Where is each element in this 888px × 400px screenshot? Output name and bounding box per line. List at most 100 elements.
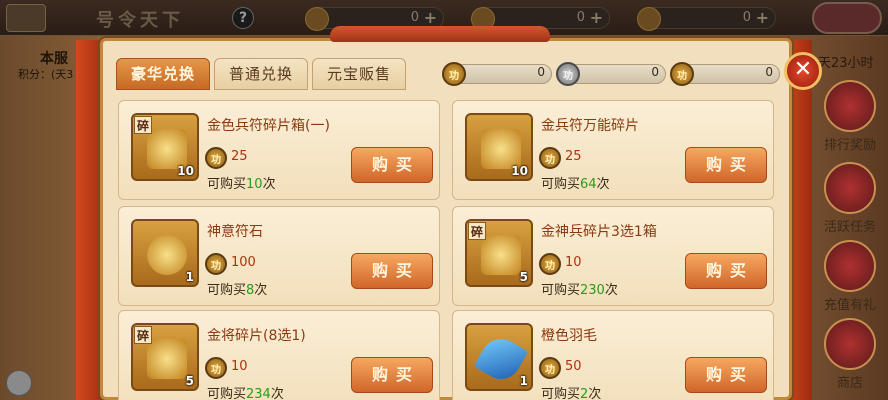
item-card: 碎 5 金将碎片(8选1) 功 10 可购买234次 购买 <box>118 310 440 400</box>
ranking-reward-label: 排行奖励 <box>823 138 876 153</box>
server-label: 本服 <box>40 51 68 67</box>
currency-value: 0 <box>651 65 659 79</box>
buy-button[interactable]: 购买 <box>351 253 433 289</box>
item-icon[interactable]: 碎 5 <box>131 323 199 391</box>
back-button[interactable] <box>812 2 882 34</box>
item-name: 橙色羽毛 <box>541 328 597 344</box>
recharge-gift-button[interactable]: 充值有礼 <box>818 240 882 313</box>
tab-ingot-sale[interactable]: 元宝贩售 <box>312 58 406 90</box>
tab-luxury-exchange[interactable]: 豪华兑换 <box>116 58 210 90</box>
item-name: 金神兵碎片3选1箱 <box>541 224 657 240</box>
currency-bar-3: 0 <box>680 64 780 84</box>
active-task-icon <box>824 162 876 214</box>
purchase-limit: 可购买10次 <box>207 173 276 192</box>
chat-icon[interactable] <box>6 370 32 396</box>
ranking-reward-icon <box>824 80 876 132</box>
shop-button[interactable]: 商店 <box>818 318 882 391</box>
resource-value: 0 <box>742 10 751 25</box>
chest-icon <box>481 235 521 275</box>
limit-prefix: 可购买 <box>207 283 247 298</box>
purchase-limit: 可购买234次 <box>207 383 284 400</box>
panel-decoration <box>330 26 550 42</box>
item-icon[interactable]: 10 <box>465 113 533 181</box>
item-price: 25 <box>565 149 582 164</box>
item-price: 50 <box>565 359 582 374</box>
gold-coin-icon: 功 <box>539 253 561 275</box>
gold-coin-icon: 功 <box>442 62 466 86</box>
gold-coin-icon: 功 <box>539 147 561 169</box>
gold-coin-icon: 功 <box>539 357 561 379</box>
gold-coin-icon: 功 <box>205 253 227 275</box>
item-quantity: 5 <box>185 374 194 388</box>
ranking-reward-button[interactable]: 排行奖励 <box>818 80 882 153</box>
purchase-limit: 可购买64次 <box>541 173 610 192</box>
item-card: 10 金兵符万能碎片 功 25 可购买64次 购买 <box>452 100 774 200</box>
limit-prefix: 可购买 <box>541 177 581 192</box>
item-price: 10 <box>231 359 248 374</box>
gold-coin-icon: 功 <box>205 357 227 379</box>
limit-prefix: 可购买 <box>207 177 247 192</box>
coin-icon <box>637 7 661 31</box>
item-name: 金兵符万能碎片 <box>541 118 639 134</box>
limit-suffix: 次 <box>588 387 602 400</box>
active-task-label: 活跃任务 <box>823 220 876 235</box>
resource-value: 0 <box>576 10 585 25</box>
item-quantity: 5 <box>519 270 528 284</box>
item-icon[interactable]: 碎 10 <box>131 113 199 181</box>
item-card: 1 橙色羽毛 功 50 可购买2次 购买 <box>452 310 774 400</box>
item-quantity: 10 <box>177 164 194 178</box>
item-price: 100 <box>231 255 256 270</box>
gold-coin-icon: 功 <box>670 62 694 86</box>
item-quantity: 1 <box>185 270 194 284</box>
chest-icon <box>147 339 187 379</box>
recharge-gift-label: 充值有礼 <box>823 298 876 313</box>
chest-icon <box>147 129 187 169</box>
limit-suffix: 次 <box>604 283 618 298</box>
limit-count: 234 <box>246 387 271 400</box>
close-button[interactable]: ✕ <box>784 52 822 90</box>
limit-suffix: 次 <box>596 177 610 192</box>
score-label: 积分：(天3 <box>18 68 74 81</box>
purchase-limit: 可购买2次 <box>541 383 601 400</box>
silver-coin-icon: 功 <box>556 62 580 86</box>
help-icon[interactable]: ? <box>232 7 254 29</box>
item-icon[interactable]: 1 <box>465 323 533 391</box>
fragment-tag: 碎 <box>134 116 152 134</box>
add-icon[interactable]: + <box>756 8 769 27</box>
item-card: 1 神意符石 功 100 可购买8次 购买 <box>118 206 440 306</box>
resource-value: 0 <box>410 10 419 25</box>
limit-prefix: 可购买 <box>541 283 581 298</box>
item-price: 25 <box>231 149 248 164</box>
limit-count: 230 <box>580 283 605 298</box>
item-icon[interactable]: 1 <box>131 219 199 287</box>
item-price: 10 <box>565 255 582 270</box>
limit-suffix: 次 <box>270 387 284 400</box>
resource-bar-3: 0 + <box>637 7 776 31</box>
item-card: 碎 5 金神兵碎片3选1箱 功 10 可购买230次 购买 <box>452 206 774 306</box>
limit-suffix: 次 <box>254 283 268 298</box>
add-icon[interactable]: + <box>590 8 603 27</box>
item-quantity: 1 <box>519 374 528 388</box>
tab-normal-exchange[interactable]: 普通兑换 <box>214 58 308 90</box>
buy-button[interactable]: 购买 <box>685 147 767 183</box>
limit-prefix: 可购买 <box>207 387 247 400</box>
item-name: 金将碎片(8选1) <box>207 328 306 344</box>
buy-button[interactable]: 购买 <box>351 147 433 183</box>
item-name: 神意符石 <box>207 224 263 240</box>
currency-value: 0 <box>765 65 773 79</box>
recharge-gift-icon <box>824 240 876 292</box>
buy-button[interactable]: 购买 <box>351 357 433 393</box>
item-card: 碎 10 金色兵符碎片箱(一) 功 25 可购买10次 购买 <box>118 100 440 200</box>
item-quantity: 10 <box>511 164 528 178</box>
gold-coin-icon: 功 <box>205 147 227 169</box>
limit-prefix: 可购买 <box>541 387 581 400</box>
countdown-text: 天23小时 <box>818 56 874 71</box>
active-task-button[interactable]: 活跃任务 <box>818 162 882 235</box>
item-icon[interactable]: 碎 5 <box>465 219 533 287</box>
buy-button[interactable]: 购买 <box>685 253 767 289</box>
add-icon[interactable]: + <box>424 8 437 27</box>
coin-icon <box>305 7 329 31</box>
chest-icon <box>481 129 521 169</box>
buy-button[interactable]: 购买 <box>685 357 767 393</box>
home-icon[interactable] <box>6 4 46 32</box>
